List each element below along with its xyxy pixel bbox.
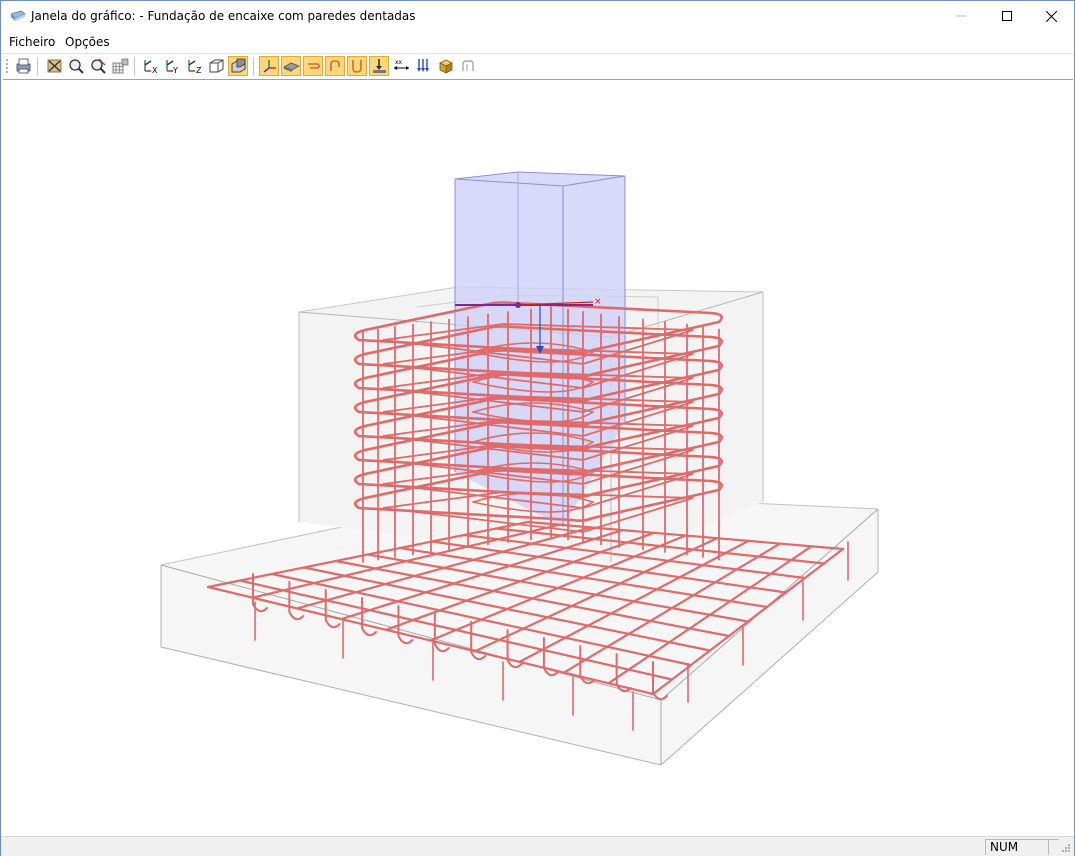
- close-button[interactable]: [1028, 1, 1074, 31]
- zoom-button[interactable]: [66, 56, 86, 76]
- material-icon: [438, 59, 453, 74]
- svg-text:-Y: -Y: [171, 66, 178, 74]
- foundation-3d-model[interactable]: ×: [3, 80, 1073, 837]
- toolbar-separator: [134, 57, 135, 76]
- u-bar-button[interactable]: [347, 56, 367, 76]
- anchor-button[interactable]: [369, 56, 389, 76]
- wireframe-icon: [209, 59, 223, 73]
- solid-view-button[interactable]: [228, 56, 248, 76]
- anchor-icon: [372, 59, 386, 73]
- view-x-button[interactable]: X: [140, 56, 160, 76]
- plate-rebar-icon: [282, 62, 300, 72]
- toolbar-grip-icon: [6, 59, 8, 73]
- hook-button[interactable]: [325, 56, 345, 76]
- view-x-icon: X: [143, 60, 158, 74]
- plate-rebar-button[interactable]: [281, 56, 301, 76]
- graphic-window: Janela do gráfico: - Fundação de encaixe…: [0, 0, 1075, 856]
- close-icon: [1045, 10, 1057, 22]
- view-z-button[interactable]: Z: [184, 56, 204, 76]
- loads-icon: [416, 59, 429, 72]
- menu-bar: Ficheiro Opções: [1, 32, 1074, 52]
- grid-button[interactable]: [110, 56, 130, 76]
- status-bar: NUM: [1, 836, 1074, 856]
- maximize-button[interactable]: [984, 1, 1030, 31]
- num-lock-indicator: NUM: [985, 839, 1048, 855]
- view-minus-y-icon: -Y: [165, 60, 178, 74]
- window-icon: [10, 10, 26, 21]
- resize-grip-icon[interactable]: [1061, 843, 1071, 853]
- view-z-icon: Z: [187, 60, 202, 74]
- print-icon: [16, 58, 30, 74]
- x-axis-mark: ×: [594, 297, 602, 307]
- stirrup-icon: [307, 63, 320, 69]
- dimension-button[interactable]: xx: [391, 56, 411, 76]
- solid-view-icon: [231, 58, 245, 73]
- toolbar: X -Y Z xx: [1, 53, 1074, 79]
- origin-marker: [515, 302, 521, 308]
- zoom-icon: [68, 59, 84, 74]
- window-title: Janela do gráfico: - Fundação de encaixe…: [31, 9, 416, 23]
- toolbar-separator: [253, 57, 254, 76]
- stirrup-button[interactable]: [303, 56, 323, 76]
- axes-button[interactable]: [259, 56, 279, 76]
- pin-button[interactable]: [457, 56, 477, 76]
- svg-text:X: X: [152, 66, 158, 74]
- menu-ficheiro[interactable]: Ficheiro: [9, 35, 55, 49]
- svg-text:Z: Z: [196, 66, 202, 74]
- axes-icon: [263, 60, 276, 73]
- pin-icon: [461, 60, 474, 71]
- print-button[interactable]: [13, 56, 33, 76]
- graphic-viewport[interactable]: ×: [3, 79, 1073, 837]
- zoom-all-button[interactable]: [88, 56, 108, 76]
- minimize-icon: [956, 15, 966, 17]
- material-button[interactable]: [435, 56, 455, 76]
- title-bar[interactable]: Janela do gráfico: - Fundação de encaixe…: [1, 1, 1074, 32]
- menu-opcoes[interactable]: Opções: [65, 35, 110, 49]
- properties-icon: [47, 59, 61, 73]
- maximize-icon: [1002, 11, 1012, 21]
- toolbar-separator: [37, 57, 38, 76]
- svg-text:xx: xx: [395, 59, 403, 66]
- u-bar-icon: [351, 60, 362, 73]
- view-minus-y-button[interactable]: -Y: [162, 56, 182, 76]
- status-empty-cell: [1048, 839, 1059, 855]
- hook-icon: [329, 60, 340, 71]
- zoom-all-icon: [90, 58, 106, 74]
- minimize-button[interactable]: [938, 1, 984, 31]
- properties-button[interactable]: [44, 56, 64, 76]
- wireframe-button[interactable]: [206, 56, 226, 76]
- grid-icon: [112, 58, 128, 74]
- loads-button[interactable]: [413, 56, 433, 76]
- dimension-icon: xx: [393, 59, 409, 70]
